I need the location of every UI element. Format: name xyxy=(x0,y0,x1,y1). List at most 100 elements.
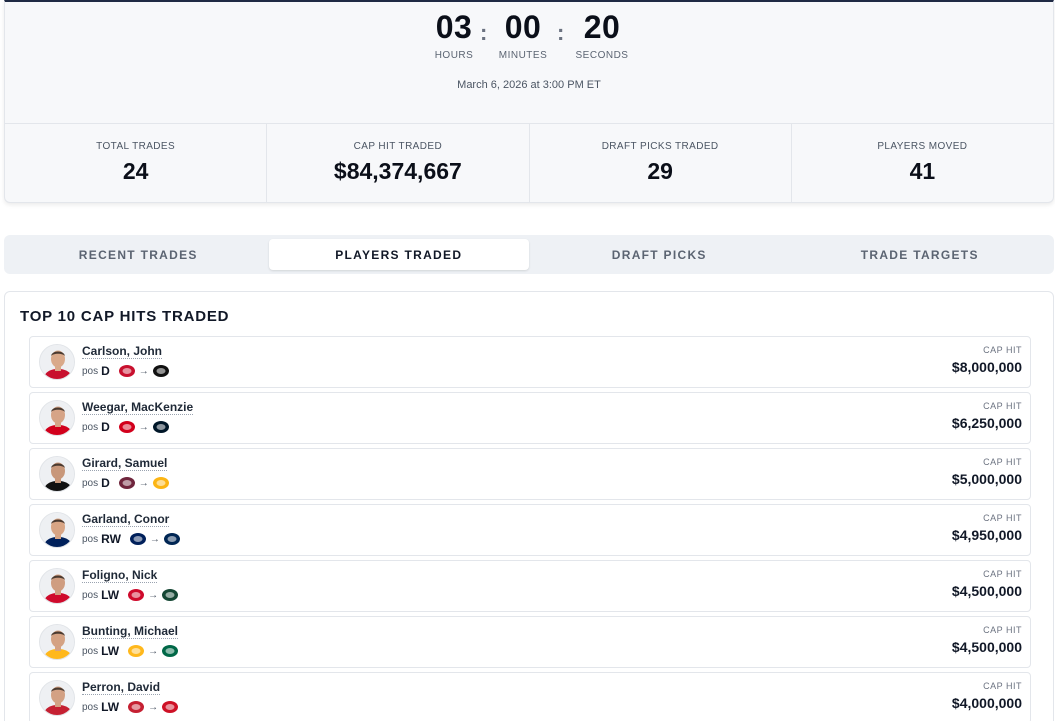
stat-value: 24 xyxy=(122,158,149,184)
trade-arrow-icon: → xyxy=(148,701,159,713)
panel-title: TOP 10 CAP HITS TRADED xyxy=(20,308,230,325)
cap-hit-label: CAP HIT xyxy=(983,569,1022,579)
player-headshot xyxy=(39,680,75,716)
player-name[interactable]: Garland, Conor xyxy=(82,512,170,527)
player-details: pos LW → xyxy=(82,587,179,603)
from-team-logo-icon xyxy=(127,700,145,714)
player-details: pos LW → xyxy=(82,699,179,715)
trade-arrow-icon: → xyxy=(138,365,149,377)
stat-label: TOTAL TRADES xyxy=(96,141,176,152)
stat-value: 29 xyxy=(647,158,673,184)
deadline-summary-card: 03 HOURS : 00 MINUTES : 20 SECONDS March… xyxy=(4,0,1054,203)
tab-players-traded[interactable]: PLAYERS TRADED xyxy=(268,239,529,270)
player-row[interactable]: Weegar, MacKenzie pos D → CAP HIT $6,250,000 xyxy=(29,392,1031,444)
player-headshot xyxy=(39,456,75,492)
minutes-value: 00 xyxy=(504,9,542,45)
cap-hit-label: CAP HIT xyxy=(983,681,1022,691)
to-team-logo-icon xyxy=(152,420,170,434)
position-value: LW xyxy=(101,588,120,602)
player-details: pos D → xyxy=(82,419,170,435)
deadline-date: March 6, 2026 at 3:00 PM ET xyxy=(457,79,601,91)
player-row[interactable]: Foligno, Nick pos LW → CAP HIT $4,500,000 xyxy=(29,560,1031,612)
player-details: pos LW → xyxy=(82,643,179,659)
stat-draft-picks-traded: DRAFT PICKS TRADED 29 xyxy=(530,124,792,202)
cap-hit-value: $8,000,000 xyxy=(951,359,1022,375)
player-details: pos RW → xyxy=(82,531,181,547)
cap-hit-label: CAP HIT xyxy=(983,345,1022,355)
cap-hit-value: $4,950,000 xyxy=(951,527,1022,543)
stat-total-trades: TOTAL TRADES 24 xyxy=(5,124,268,202)
to-team-logo-icon xyxy=(161,644,179,658)
seconds-label: SECONDS xyxy=(575,50,629,61)
cap-hit-label: CAP HIT xyxy=(983,513,1022,523)
player-details: pos D → xyxy=(82,363,170,379)
trade-arrow-icon: → xyxy=(138,477,149,489)
cap-hit-value: $4,500,000 xyxy=(951,639,1022,655)
player-list: Carlson, John pos D → CAP HIT $8,000,000 Weega… xyxy=(29,336,1031,721)
tab-recent-trades[interactable]: RECENT TRADES xyxy=(8,239,269,270)
from-team-logo-icon xyxy=(118,420,136,434)
player-name[interactable]: Foligno, Nick xyxy=(82,568,158,583)
view-tabs: RECENT TRADES PLAYERS TRADED DRAFT PICKS… xyxy=(4,235,1054,274)
stat-label: CAP HIT TRADED xyxy=(353,141,443,152)
position-value: LW xyxy=(101,700,120,714)
position-value: D xyxy=(101,420,110,434)
to-team-logo-icon xyxy=(152,364,170,378)
player-name[interactable]: Bunting, Michael xyxy=(82,624,178,639)
stat-cap-hit-traded: CAP HIT TRADED $84,374,667 xyxy=(267,124,530,202)
stat-label: PLAYERS MOVED xyxy=(877,141,968,152)
player-row[interactable]: Perron, David pos LW → CAP HIT $4,000,000 xyxy=(29,672,1031,721)
to-team-logo-icon xyxy=(163,532,181,546)
stat-label: DRAFT PICKS TRADED xyxy=(601,141,719,152)
to-team-logo-icon xyxy=(161,700,179,714)
player-name[interactable]: Carlson, John xyxy=(82,344,163,359)
player-name[interactable]: Weegar, MacKenzie xyxy=(82,400,194,415)
player-headshot xyxy=(39,400,75,436)
player-details: pos D → xyxy=(82,475,170,491)
position-label: pos xyxy=(82,645,99,657)
position-value: RW xyxy=(101,532,121,546)
hours-label: HOURS xyxy=(434,50,474,61)
to-team-logo-icon xyxy=(152,476,170,490)
cap-hit-label: CAP HIT xyxy=(983,401,1022,411)
position-value: D xyxy=(101,476,110,490)
position-value: D xyxy=(101,364,110,378)
player-name[interactable]: Perron, David xyxy=(82,680,161,695)
player-headshot xyxy=(39,568,75,604)
player-name[interactable]: Girard, Samuel xyxy=(82,456,168,471)
position-label: pos xyxy=(82,701,99,713)
from-team-logo-icon xyxy=(129,532,147,546)
player-row[interactable]: Bunting, Michael pos LW → CAP HIT $4,500,000 xyxy=(29,616,1031,668)
position-label: pos xyxy=(82,477,99,489)
position-label: pos xyxy=(82,533,99,545)
countdown-minutes: 00 MINUTES xyxy=(483,8,563,61)
position-value: LW xyxy=(101,644,120,658)
player-row[interactable]: Garland, Conor pos RW → CAP HIT $4,950,000 xyxy=(29,504,1031,556)
stat-value: 41 xyxy=(909,158,936,184)
minutes-label: MINUTES xyxy=(498,50,548,61)
position-label: pos xyxy=(82,365,99,377)
player-row[interactable]: Girard, Samuel pos D → CAP HIT $5,000,000 xyxy=(29,448,1031,500)
position-label: pos xyxy=(82,589,99,601)
to-team-logo-icon xyxy=(161,588,179,602)
trade-arrow-icon: → xyxy=(148,589,159,601)
countdown-seconds: 20 SECONDS xyxy=(562,8,642,61)
from-team-logo-icon xyxy=(127,644,145,658)
cap-hit-value: $6,250,000 xyxy=(951,415,1022,431)
from-team-logo-icon xyxy=(127,588,145,602)
tab-trade-targets[interactable]: TRADE TARGETS xyxy=(790,239,1051,270)
stats-row: TOTAL TRADES 24 CAP HIT TRADED $84,374,6… xyxy=(5,123,1053,202)
cap-hit-value: $4,000,000 xyxy=(951,695,1022,711)
player-headshot xyxy=(39,512,75,548)
tab-draft-picks[interactable]: DRAFT PICKS xyxy=(529,239,790,270)
cap-hit-label: CAP HIT xyxy=(983,625,1022,635)
top-cap-hits-panel: TOP 10 CAP HITS TRADED Carlson, John pos D… xyxy=(4,291,1054,721)
position-label: pos xyxy=(82,421,99,433)
player-row[interactable]: Carlson, John pos D → CAP HIT $8,000,000 xyxy=(29,336,1031,388)
trade-arrow-icon: → xyxy=(149,533,160,545)
trade-arrow-icon: → xyxy=(148,645,159,657)
seconds-value: 20 xyxy=(583,9,621,45)
cap-hit-value: $4,500,000 xyxy=(951,583,1022,599)
cap-hit-label: CAP HIT xyxy=(983,457,1022,467)
cap-hit-value: $5,000,000 xyxy=(951,471,1022,487)
